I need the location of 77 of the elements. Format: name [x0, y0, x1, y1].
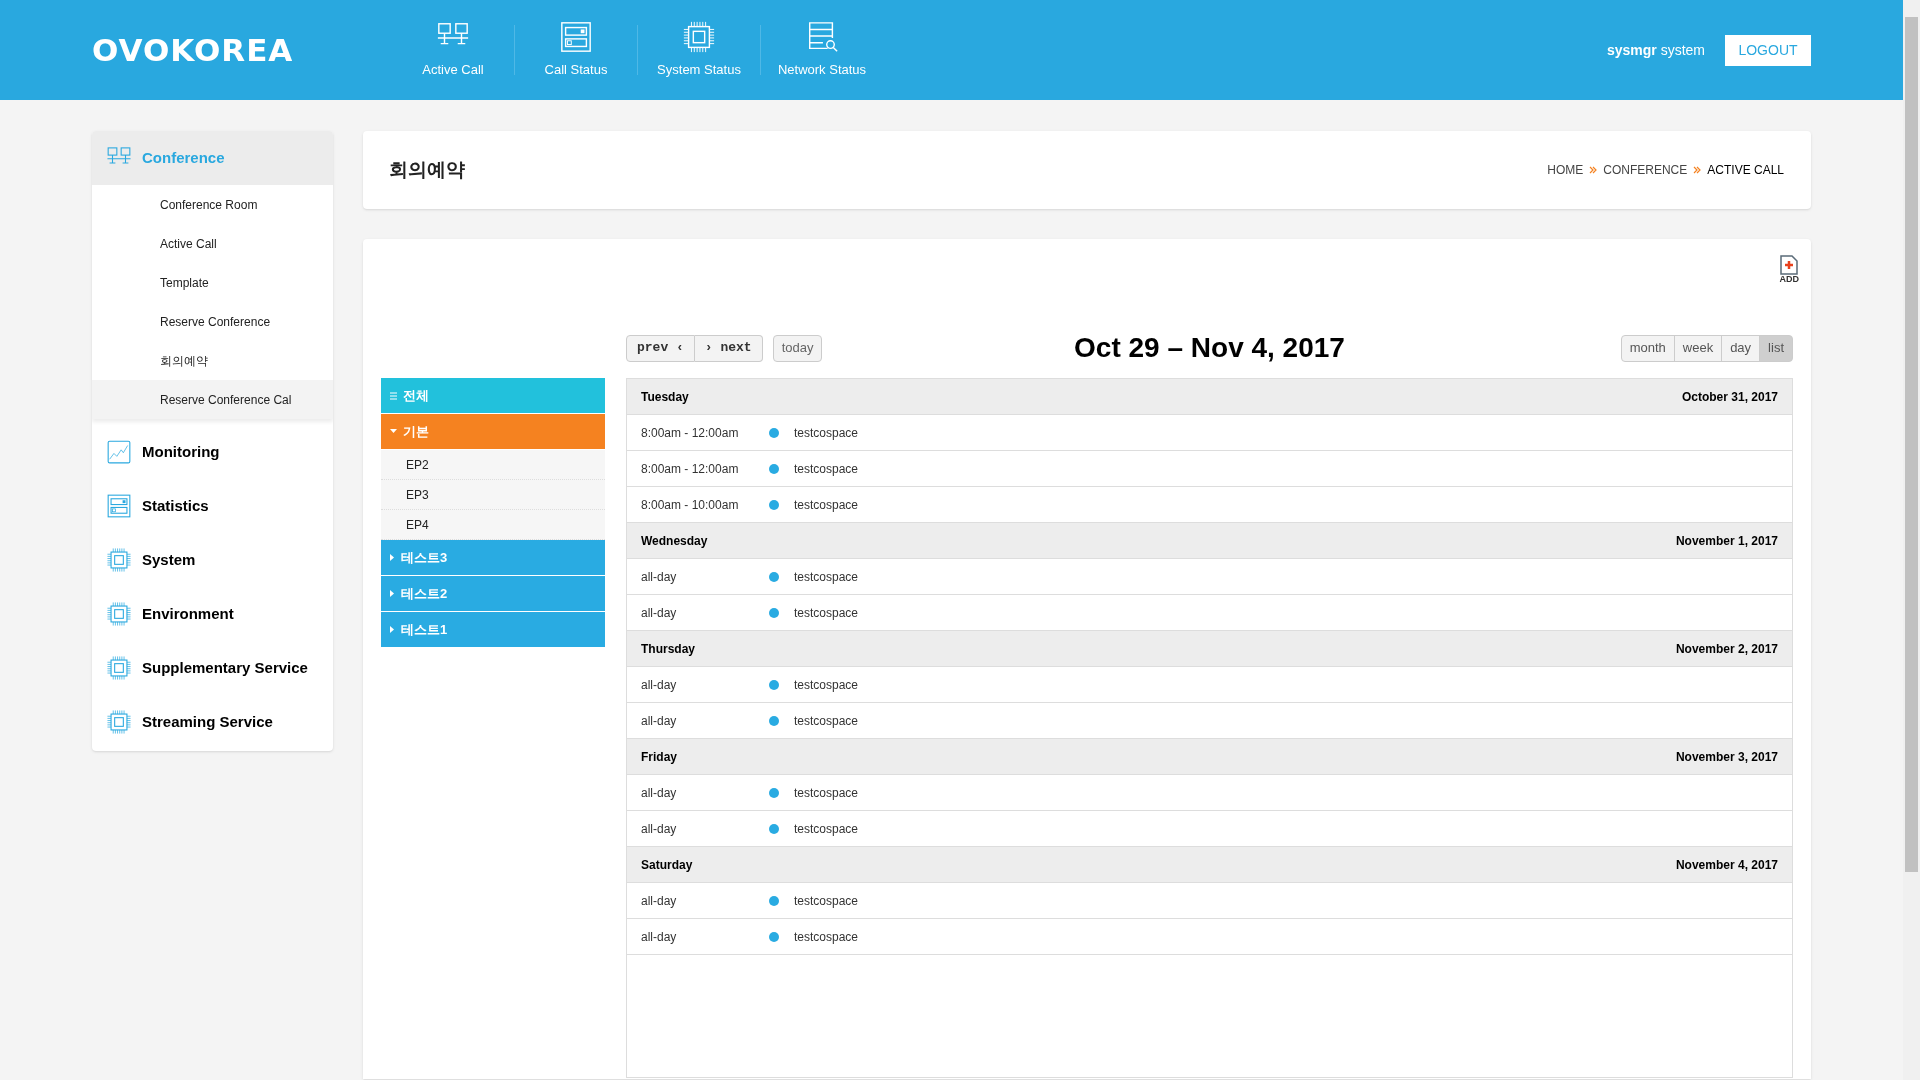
event-time: 8:00am - 10:00am: [641, 496, 740, 514]
sidebar-item[interactable]: Reserve Conference Cal: [92, 380, 333, 419]
sidebar-item[interactable]: Conference Room: [92, 185, 333, 224]
weekday-label: Saturday: [641, 856, 693, 874]
event-title[interactable]: testcospace: [794, 459, 859, 478]
event-title[interactable]: testcospace: [794, 711, 859, 730]
sidebar-section[interactable]: Environment: [92, 587, 333, 641]
date-label: November 1, 2017: [1675, 532, 1778, 550]
caret-icon: [390, 429, 397, 434]
event-time: all-day: [641, 604, 678, 622]
sidebar-section[interactable]: Monitoring: [92, 425, 333, 479]
date-label: October 31, 2017: [1681, 388, 1778, 406]
event-title[interactable]: testcospace: [794, 819, 859, 838]
date-range-title: Oct 29 – Nov 4, 2017: [1074, 331, 1345, 365]
sidebar-item[interactable]: 회의예약: [92, 341, 333, 380]
today-button[interactable]: today: [772, 334, 823, 362]
event-title[interactable]: testcospace: [794, 423, 859, 442]
event-time: all-day: [641, 820, 678, 838]
event-title[interactable]: testcospace: [794, 927, 859, 946]
sidebar-section[interactable]: System: [92, 533, 333, 587]
chip-icon: [106, 547, 132, 573]
event-time: all-day: [641, 568, 678, 586]
event-title[interactable]: testcospace: [794, 603, 859, 622]
group-member[interactable]: EP2: [381, 450, 605, 480]
event-title[interactable]: testcospace: [794, 675, 859, 694]
event-title[interactable]: testcospace: [794, 495, 859, 514]
view-tab[interactable]: month: [1620, 334, 1675, 362]
scrollbar[interactable]: [1903, 0, 1920, 1080]
weekday-label: Tuesday: [641, 388, 689, 406]
event-time: 8:00am - 12:00am: [641, 424, 740, 442]
view-tab[interactable]: list: [1759, 334, 1793, 362]
chevron-icon: [1589, 166, 1598, 174]
breadcrumb-link[interactable]: CONFERENCE: [1603, 161, 1688, 179]
chip-icon: [682, 20, 716, 55]
breadcrumb-link[interactable]: ACTIVE CALL: [1707, 161, 1784, 179]
chevron-icon: [1693, 166, 1702, 174]
event-time: all-day: [641, 712, 678, 730]
next-button[interactable]: › next: [694, 334, 763, 362]
event-time: 8:00am - 12:00am: [641, 460, 740, 478]
event-time: all-day: [641, 892, 678, 910]
logo: OVOKOREA: [92, 31, 294, 68]
chip-icon: [106, 601, 132, 627]
caret-icon: [390, 590, 395, 597]
group-member[interactable]: EP3: [381, 480, 605, 510]
weekday-label: Thursday: [641, 640, 695, 658]
weekday-label: Friday: [641, 748, 677, 766]
date-label: November 2, 2017: [1675, 640, 1778, 658]
event-title[interactable]: testcospace: [794, 567, 859, 586]
sidebar-item[interactable]: Template: [92, 263, 333, 302]
sidebar-section[interactable]: Statistics: [92, 479, 333, 533]
prev-button[interactable]: prev ‹: [626, 334, 695, 362]
breadcrumb-link[interactable]: HOME: [1547, 161, 1584, 179]
date-label: November 4, 2017: [1675, 856, 1778, 874]
group-member[interactable]: EP4: [381, 510, 605, 540]
view-tab[interactable]: day: [1721, 334, 1761, 362]
server-panel-icon: [559, 20, 593, 55]
sidebar-section[interactable]: Supplementary Service: [92, 641, 333, 695]
event-title[interactable]: testcospace: [794, 783, 859, 802]
list-icon: [390, 391, 397, 400]
event-title[interactable]: testcospace: [794, 891, 859, 910]
view-tab[interactable]: week: [1673, 334, 1723, 362]
caret-icon: [390, 554, 395, 561]
server-panel-icon: [106, 493, 132, 519]
sidebar-item[interactable]: Active Call: [92, 224, 333, 263]
event-time: all-day: [641, 928, 678, 946]
chart-icon: [106, 439, 132, 465]
date-label: November 3, 2017: [1675, 748, 1778, 766]
chip-icon: [106, 655, 132, 681]
caret-icon: [390, 626, 395, 633]
sidebar-item[interactable]: Reserve Conference: [92, 302, 333, 341]
event-time: all-day: [641, 784, 678, 802]
weekday-label: Wednesday: [641, 532, 708, 550]
page-title: 회의예약: [389, 157, 465, 182]
event-time: all-day: [641, 676, 678, 694]
user-name: sysmgr system: [1606, 40, 1705, 60]
chip-icon: [106, 709, 132, 735]
sidebar-section[interactable]: Streaming Service: [92, 695, 333, 749]
